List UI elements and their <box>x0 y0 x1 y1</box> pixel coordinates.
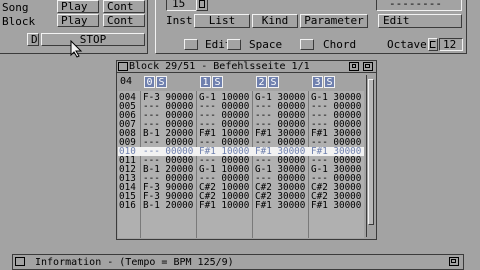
inst-list-label: List <box>208 14 236 27</box>
inst-parameter-button[interactable]: Parameter <box>300 14 368 28</box>
track-3-cell[interactable]: F#1 30000 <box>311 201 361 210</box>
song-label: Song <box>2 1 29 14</box>
track-1-number[interactable]: 1 <box>200 76 211 88</box>
track-3-number[interactable]: 3 <box>312 76 323 88</box>
song-cont-label: Cont <box>107 0 134 13</box>
song-play-button[interactable]: Play <box>57 0 99 13</box>
inst-list-button[interactable]: List <box>194 14 250 28</box>
inst-edit-label: Edit <box>383 14 410 27</box>
stop-button[interactable]: STOP <box>41 33 145 46</box>
track-2-solo[interactable]: S <box>268 76 279 88</box>
instrument-name: -------- <box>389 0 442 10</box>
window-title: Block 29/51 - Befehlsseite 1/1 <box>129 61 310 72</box>
octave-value: 12 <box>443 38 457 51</box>
d-button[interactable]: D <box>27 33 39 46</box>
pattern-grid[interactable]: 004 F-3 90000 G-1 10000 G-1 30000 G-1 30000 0… <box>118 91 364 238</box>
song-cont-button[interactable]: Cont <box>103 0 145 13</box>
close-gadget-icon[interactable] <box>118 62 128 71</box>
window-titlebar[interactable]: Block 29/51 - Befehlsseite 1/1 <box>117 61 376 73</box>
pattern-row[interactable]: 016 B-1 20000 F#1 10000 F#1 30000 F#1 30000 <box>118 201 364 210</box>
space-checkbox[interactable] <box>227 39 241 50</box>
track-1-cell[interactable]: F#1 10000 <box>199 201 249 210</box>
track-1-solo[interactable]: S <box>212 76 223 88</box>
inst-edit-button[interactable]: Edit <box>378 14 462 28</box>
block-play-button[interactable]: Play <box>57 14 99 27</box>
scroll-thumb[interactable] <box>368 79 374 225</box>
depth-gadget-icon[interactable] <box>449 257 459 266</box>
cycle-icon <box>430 41 436 48</box>
inst-kind-label: Kind <box>261 14 289 27</box>
zoom-gadget-icon[interactable] <box>349 62 359 71</box>
d-label: D <box>31 33 38 46</box>
block-play-label: Play <box>61 14 88 27</box>
popup-icon <box>199 0 205 8</box>
instrument-number: 15 <box>172 0 186 10</box>
track-0-number[interactable]: 0 <box>144 76 155 88</box>
chord-option-label: Chord <box>323 38 357 51</box>
octave-field[interactable]: 12 <box>439 38 463 51</box>
track-0-cell[interactable]: B-1 20000 <box>143 201 193 210</box>
chord-checkbox[interactable] <box>300 39 314 50</box>
space-option-label: Space <box>249 38 283 51</box>
mouse-pointer-icon <box>70 40 83 58</box>
edit-checkbox[interactable] <box>184 39 198 50</box>
track-2-cell[interactable]: F#1 30000 <box>255 201 305 210</box>
octave-label: Octave <box>387 38 427 51</box>
octave-cycle-button[interactable] <box>428 38 438 51</box>
instrument-select-button[interactable] <box>196 0 208 11</box>
instrument-name-field[interactable]: -------- <box>376 0 462 11</box>
song-play-label: Play <box>61 0 88 13</box>
block-label: Block <box>2 15 36 28</box>
depth-gadget-icon[interactable] <box>363 62 373 71</box>
inst-kind-button[interactable]: Kind <box>252 14 298 28</box>
inst-parameter-label: Parameter <box>304 14 364 27</box>
block-cont-button[interactable]: Cont <box>103 14 145 27</box>
information-bar: Information - (Tempo = BPM 125/9) <box>12 254 464 270</box>
line-number: 016 <box>119 200 136 211</box>
track-3-solo[interactable]: S <box>324 76 335 88</box>
instrument-panel: 15 -------- Inst: List Kind Parameter Ed… <box>155 0 467 54</box>
block-cont-label: Cont <box>107 14 134 27</box>
track-2-number[interactable]: 2 <box>256 76 267 88</box>
info-text: Information - (Tempo = BPM 125/9) <box>35 257 234 268</box>
vertical-scrollbar[interactable] <box>366 75 375 237</box>
block-window: Block 29/51 - Befehlsseite 1/1 04 0 S 1 … <box>116 60 377 240</box>
close-gadget-icon[interactable] <box>15 257 25 266</box>
track-0-solo[interactable]: S <box>156 76 167 88</box>
lines-count: 04 <box>120 76 133 87</box>
track-header: 04 0 S 1 S 2 S 3 S <box>118 75 363 90</box>
